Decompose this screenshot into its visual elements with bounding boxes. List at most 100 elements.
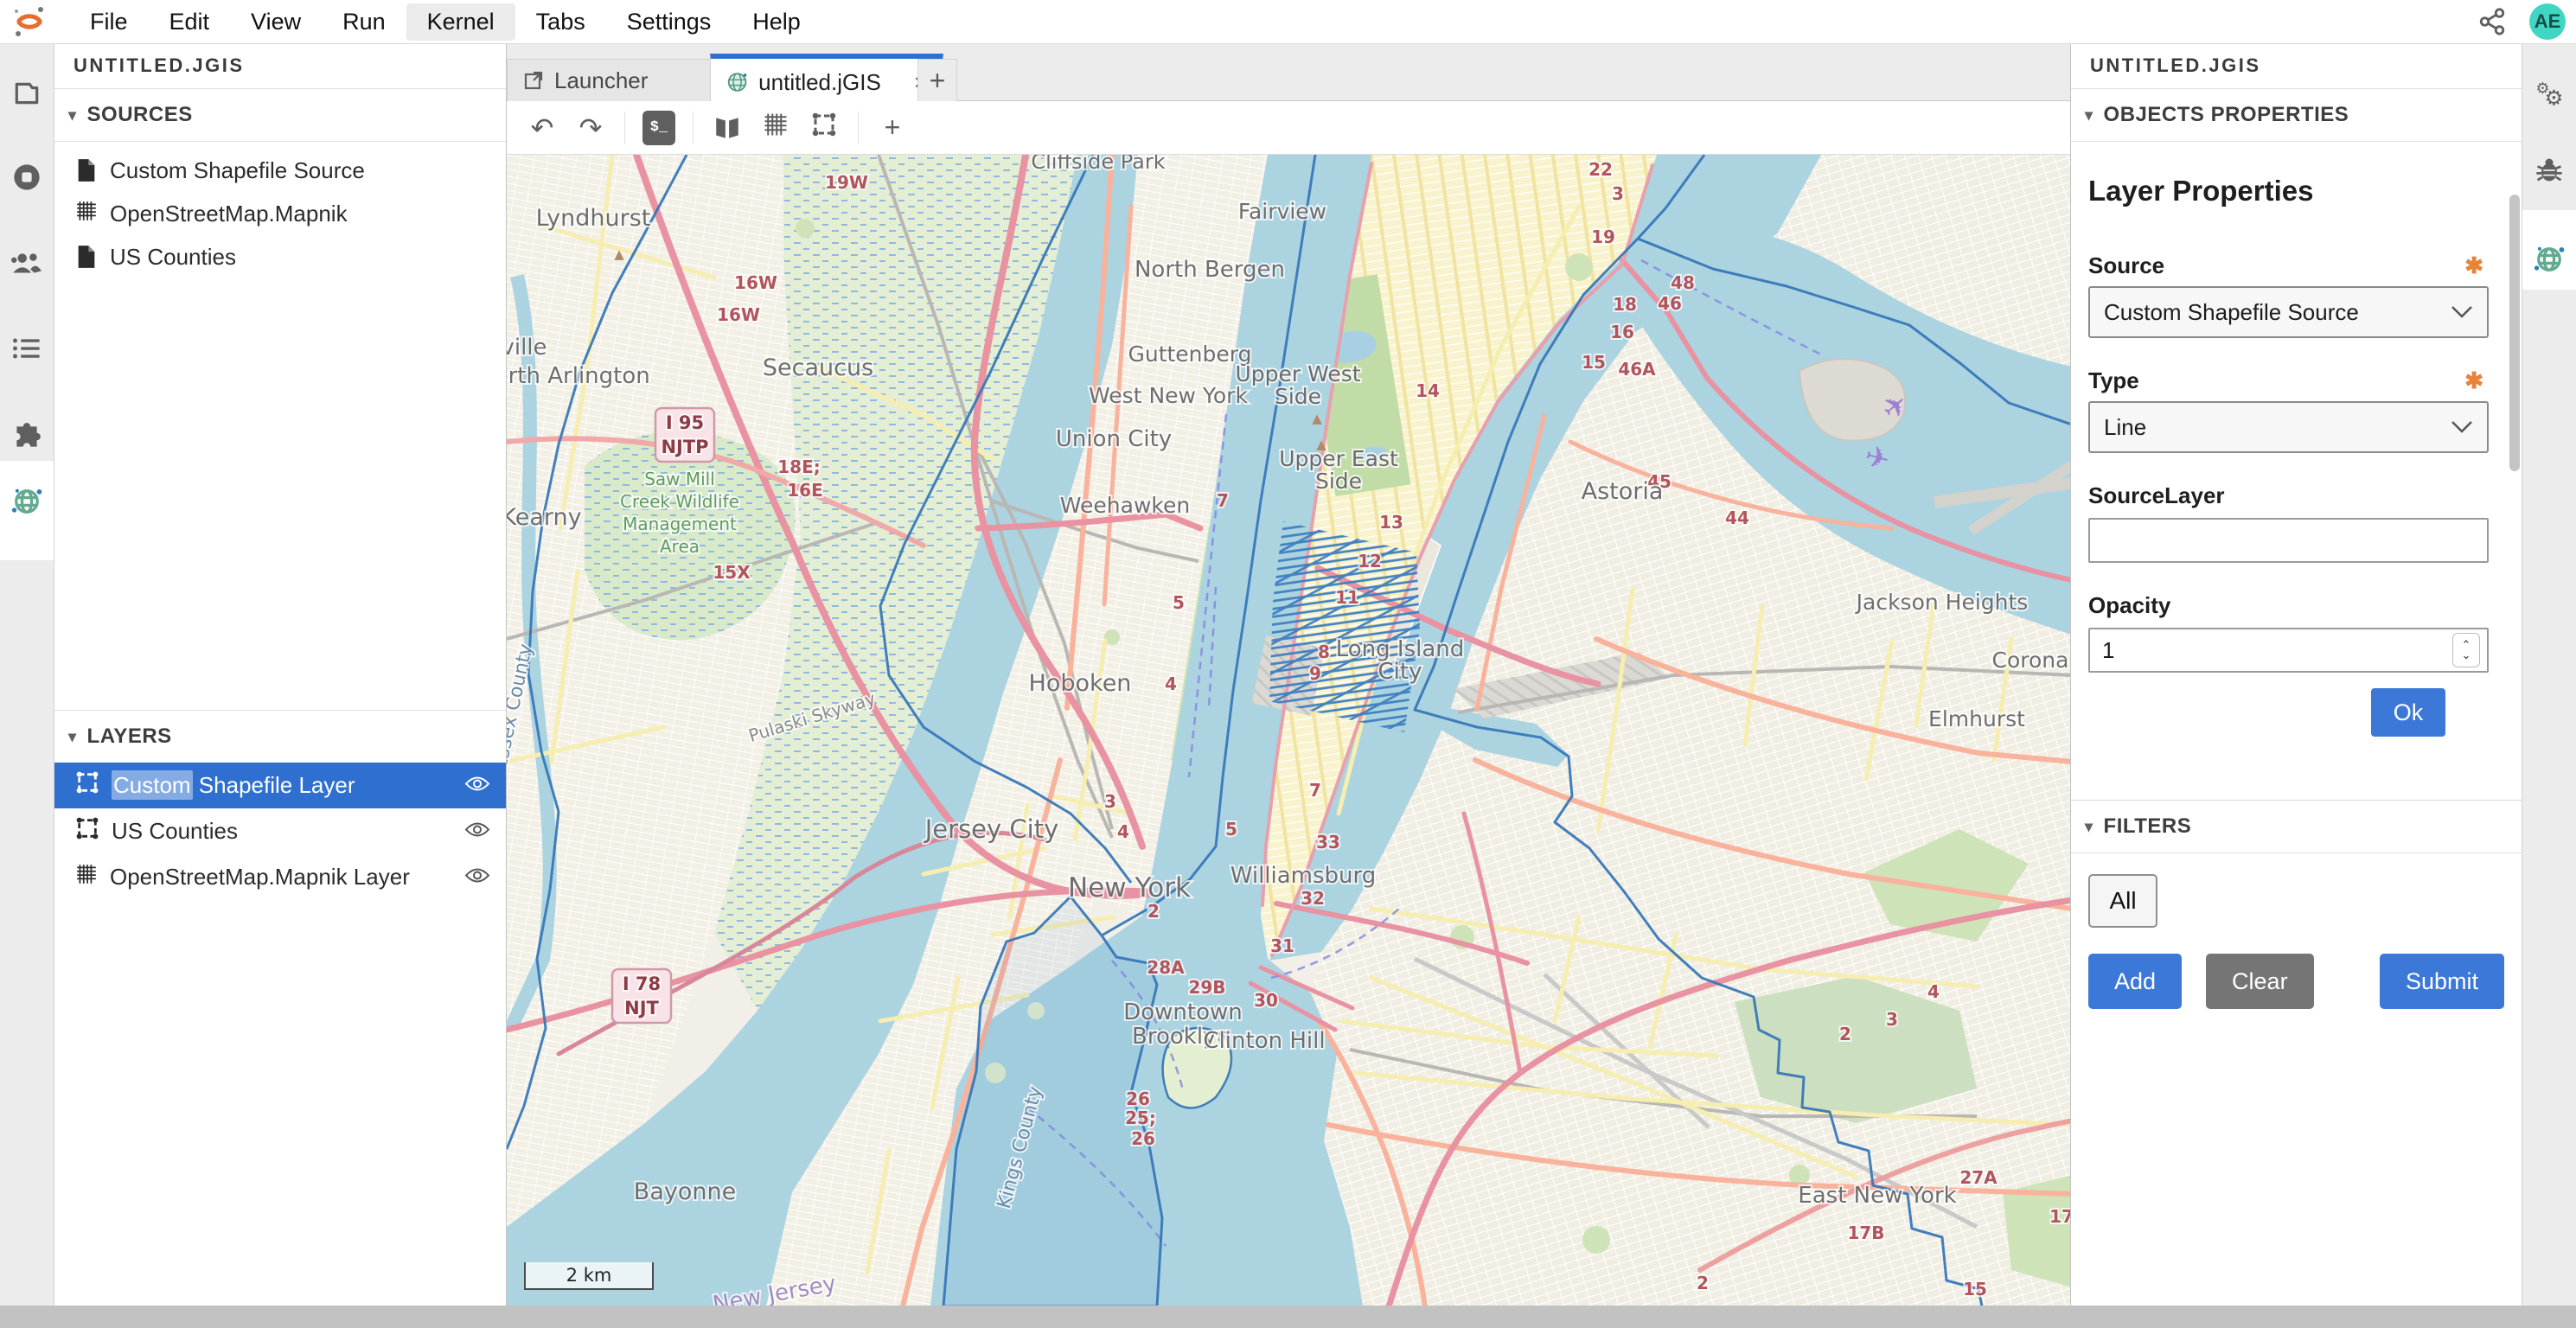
custom-shapefile-layer[interactable] bbox=[1269, 521, 1420, 732]
road-number-label: 3 bbox=[1104, 791, 1116, 812]
toolbar-separator bbox=[858, 112, 859, 144]
menu-item-run[interactable]: Run bbox=[322, 3, 406, 41]
filter-add-button[interactable]: Add bbox=[2088, 954, 2182, 1009]
road-number-label: 4 bbox=[1927, 981, 1940, 1002]
plus-button[interactable]: + bbox=[873, 108, 912, 148]
menu-item-kernel[interactable]: Kernel bbox=[406, 3, 515, 41]
undo-button[interactable]: ↶ bbox=[522, 108, 562, 148]
layer-row[interactable]: Custom Shapefile Layer bbox=[54, 763, 506, 808]
place-label: Side bbox=[1315, 469, 1362, 494]
menu-item-edit[interactable]: Edit bbox=[149, 3, 231, 41]
road-number-label: 16W bbox=[717, 304, 760, 325]
road-number-label: 19 bbox=[1591, 227, 1615, 247]
source-label: Custom Shapefile Source bbox=[110, 157, 365, 184]
layer-row[interactable]: US Counties bbox=[54, 808, 506, 854]
place-label: Jackson Heights bbox=[1855, 590, 2029, 615]
source-item[interactable]: Custom Shapefile Source bbox=[54, 149, 506, 192]
collaborators-icon[interactable] bbox=[0, 236, 54, 291]
menu-item-view[interactable]: View bbox=[230, 3, 322, 41]
eye-icon[interactable] bbox=[464, 820, 490, 839]
road-number-label: 48 bbox=[1671, 272, 1695, 293]
number-spinner[interactable]: ⌃⌄ bbox=[2452, 633, 2480, 667]
source-item[interactable]: US Counties bbox=[54, 235, 506, 278]
eye-icon[interactable] bbox=[464, 774, 490, 793]
layer-row[interactable]: OpenStreetMap.Mapnik Layer bbox=[54, 854, 506, 900]
place-label: Saw Mill bbox=[644, 469, 715, 489]
filter-clear-button[interactable]: Clear bbox=[2206, 954, 2314, 1009]
avatar[interactable]: AE bbox=[2529, 3, 2566, 40]
grid-icon bbox=[75, 863, 98, 885]
layer-label: OpenStreetMap.Mapnik Layer bbox=[110, 864, 410, 891]
type-select[interactable]: Line bbox=[2088, 401, 2489, 453]
layers-section-header[interactable]: ▾ LAYERS bbox=[54, 710, 506, 763]
place-label: Upper West bbox=[1235, 361, 1360, 386]
objects-properties-label: OBJECTS PROPERTIES bbox=[2104, 103, 2349, 127]
filters-header[interactable]: ▾ FILTERS bbox=[2071, 800, 2522, 853]
objects-properties-header[interactable]: ▾ OBJECTS PROPERTIES bbox=[2071, 89, 2522, 142]
caret-down-icon: ▾ bbox=[2085, 818, 2093, 836]
property-inspector-icon[interactable]: ⚙⚙ bbox=[2522, 66, 2576, 121]
share-icon[interactable] bbox=[2477, 7, 2507, 36]
svg-text:NJT: NJT bbox=[624, 998, 659, 1018]
menu-item-tabs[interactable]: Tabs bbox=[515, 3, 606, 41]
grid-icon bbox=[763, 112, 789, 137]
right-panel: UNTITLED.JGIS ▾ OBJECTS PROPERTIES Layer… bbox=[2070, 43, 2522, 1306]
table-of-contents-icon[interactable] bbox=[0, 321, 54, 376]
filter-submit-button[interactable]: Submit bbox=[2380, 954, 2504, 1009]
openstreetmap-view[interactable]: I 95NJTPI 78NJT 19W16W16W18E;16E15X22319… bbox=[507, 155, 2070, 1306]
launcher-icon bbox=[523, 70, 544, 91]
jgis-panel-icon[interactable] bbox=[0, 474, 54, 529]
road-number-label: 16E bbox=[787, 480, 823, 501]
opacity-input[interactable]: 1⌃⌄ bbox=[2088, 628, 2489, 673]
menu-item-settings[interactable]: Settings bbox=[606, 3, 732, 41]
road-number-label: 26 bbox=[1131, 1128, 1155, 1149]
field-label: Opacity bbox=[2088, 592, 2170, 619]
running-sessions-icon[interactable] bbox=[0, 150, 54, 205]
road-number-label: 31 bbox=[1270, 935, 1294, 956]
menu-item-help[interactable]: Help bbox=[732, 3, 821, 41]
sourcelayer-input[interactable] bbox=[2088, 518, 2489, 563]
sources-section-header[interactable]: ▾ SOURCES bbox=[54, 89, 506, 142]
road-number-label: 15 bbox=[1963, 1279, 1987, 1299]
debugger-icon[interactable] bbox=[2522, 143, 2576, 198]
field-sourcelayer: SourceLayer bbox=[2088, 482, 2489, 563]
ok-button[interactable]: Ok bbox=[2371, 688, 2445, 737]
main-dock-panel: Launcher×untitled.jGIS×+ ↶ ↷ $_ + bbox=[507, 43, 2070, 1306]
place-label: Upper East bbox=[1279, 446, 1398, 471]
road-number-label: 5 bbox=[1173, 592, 1185, 613]
jgis-panel-icon-right[interactable] bbox=[2522, 232, 2576, 287]
road-number-label: 11 bbox=[1335, 587, 1359, 608]
filter-all-button[interactable]: All bbox=[2088, 874, 2157, 928]
road-number-label: 26 bbox=[1126, 1089, 1150, 1109]
new-tab-button[interactable]: + bbox=[917, 59, 957, 101]
source-item[interactable]: OpenStreetMap.Mapnik bbox=[54, 192, 506, 235]
motorway-shield: I 95NJTP bbox=[655, 408, 714, 462]
map-canvas[interactable]: I 95NJTPI 78NJT 19W16W16W18E;16E15X22319… bbox=[507, 155, 2070, 1306]
undo-icon: ↶ bbox=[531, 112, 554, 144]
eye-icon[interactable] bbox=[464, 865, 490, 884]
tab-launcher[interactable]: Launcher× bbox=[507, 59, 740, 101]
road-number-label: 15X bbox=[713, 562, 751, 583]
filter-buttons: Add Clear Submit bbox=[2088, 954, 2504, 1009]
redo-button[interactable]: ↷ bbox=[571, 108, 610, 148]
source-select[interactable]: Custom Shapefile Source bbox=[2088, 286, 2489, 338]
file-browser-icon[interactable] bbox=[0, 66, 54, 121]
filters-header-label: FILTERS bbox=[2104, 814, 2192, 839]
vector-button[interactable] bbox=[804, 108, 844, 148]
extensions-icon[interactable] bbox=[0, 409, 54, 464]
road-number-label: 18 bbox=[1613, 294, 1637, 315]
svg-text:NJTP: NJTP bbox=[661, 437, 708, 457]
console-icon: $_ bbox=[642, 111, 675, 145]
road-number-label: 30 bbox=[1254, 990, 1278, 1011]
menu-item-file[interactable]: File bbox=[69, 3, 149, 41]
place-label: eville bbox=[507, 335, 547, 361]
menu-items: FileEditViewRunKernelTabsSettingsHelp bbox=[69, 3, 821, 41]
scrollbar-thumb[interactable] bbox=[2509, 195, 2520, 471]
book-button[interactable] bbox=[707, 108, 747, 148]
console-button[interactable]: $_ bbox=[639, 108, 679, 148]
tab-untitled-jgis[interactable]: untitled.jGIS× bbox=[710, 54, 943, 105]
road-number-label: 5 bbox=[1225, 819, 1237, 840]
redo-icon: ↷ bbox=[579, 112, 603, 144]
field-source: Source✱Custom Shapefile Source bbox=[2088, 252, 2489, 338]
grid-button[interactable] bbox=[756, 108, 796, 148]
